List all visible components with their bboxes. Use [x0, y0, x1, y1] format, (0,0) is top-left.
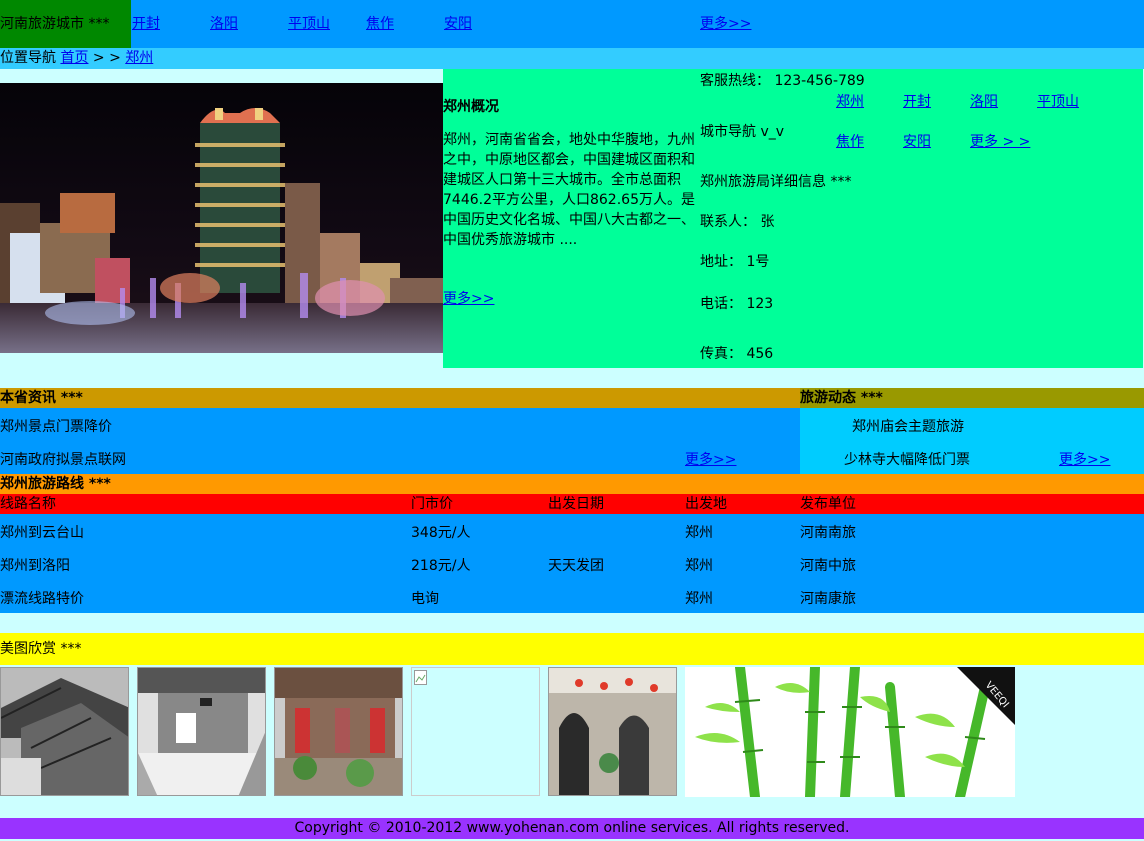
trend-item[interactable]: 少林寺大幅降低门票 — [844, 449, 970, 469]
news-item[interactable]: 河南政府拟景点联网 — [0, 449, 126, 469]
phone-text: 电话： 123 — [700, 296, 774, 312]
hero-image-zhengzhou-tower — [0, 83, 443, 353]
gallery-image-bamboo[interactable]: VEEQI — [685, 667, 1015, 797]
price-cell: 218元/人 — [411, 558, 471, 574]
table-row[interactable]: 郑州到云台山 348元/人 郑州 河南南旅 — [0, 522, 1144, 542]
price-cell: 电询 — [411, 591, 439, 607]
city-link-anyang[interactable]: 安阳 — [903, 131, 931, 151]
city-more-link[interactable]: 更多 > > — [970, 131, 1030, 151]
gallery-image-courtyard-roofs[interactable] — [0, 667, 129, 796]
col-header-origin: 出发地 — [685, 496, 727, 512]
news-item[interactable]: 郑州景点门票降价 — [0, 416, 112, 436]
trends-more-link[interactable]: 更多>> — [1059, 449, 1110, 469]
trends-section-title: 旅游动态 *** — [800, 388, 1144, 408]
overview-text: 郑州，河南省省会，地处中华腹地，九州之中，中原地区都会，中国建城区面积和建城区人… — [443, 132, 695, 248]
gallery-image-courtyard-color[interactable] — [274, 667, 403, 796]
city-link-jiaozuo[interactable]: 焦作 — [836, 131, 864, 151]
breadcrumb-home-link[interactable]: 首页 — [60, 50, 88, 66]
publisher-cell: 河南南旅 — [800, 525, 856, 541]
route-name-cell: 郑州到云台山 — [0, 525, 84, 541]
overview-title: 郑州概况 — [443, 99, 499, 115]
fax-text: 传真： 456 — [700, 346, 774, 362]
col-header-price: 门市价 — [411, 496, 453, 512]
origin-cell: 郑州 — [685, 525, 713, 541]
nav-more-link[interactable]: 更多>> — [700, 0, 751, 48]
origin-cell: 郑州 — [685, 591, 713, 607]
city-nav-label: 城市导航 v_v — [700, 124, 785, 140]
contact-text: 联系人： 张 — [700, 214, 775, 230]
overview-more-link[interactable]: 更多>> — [443, 288, 494, 308]
date-cell: 天天发团 — [548, 558, 604, 574]
breadcrumb-separator: > > — [88, 50, 126, 66]
footer-copyright: Copyright © 2010-2012 www.yohenan.com on… — [0, 818, 1144, 839]
news-section-title: 本省资讯 *** — [0, 388, 800, 408]
origin-cell: 郑州 — [685, 558, 713, 574]
publisher-cell: 河南中旅 — [800, 558, 856, 574]
col-header-route: 线路名称 — [0, 496, 56, 512]
breadcrumb-label: 位置导航 — [0, 50, 56, 66]
table-row[interactable]: 漂流线路特价 电询 郑州 河南康旅 — [0, 588, 1144, 608]
breadcrumb-current-link[interactable]: 郑州 — [125, 50, 153, 66]
city-link-pingdingshan[interactable]: 平顶山 — [1037, 91, 1079, 111]
tourism-bureau-title: 郑州旅游局详细信息 *** — [700, 174, 852, 190]
nav-link-luoyang[interactable]: 洛阳 — [210, 0, 238, 48]
gallery-image-lanterns[interactable] — [548, 667, 677, 796]
city-link-luoyang[interactable]: 洛阳 — [970, 91, 998, 111]
routes-table-header: 线路名称 门市价 出发日期 出发地 发布单位 — [0, 494, 1144, 514]
publisher-cell: 河南康旅 — [800, 591, 856, 607]
gallery-section-title: 美图欣赏 *** — [0, 633, 1144, 665]
city-link-kaifeng[interactable]: 开封 — [903, 91, 931, 111]
hotline-text: 客服热线： 123-456-789 — [700, 73, 865, 89]
routes-table-body: 郑州到云台山 348元/人 郑州 河南南旅 郑州到洛阳 218元/人 天天发团 … — [0, 514, 1144, 613]
gallery-image-gate[interactable] — [137, 667, 266, 796]
nav-link-jiaozuo[interactable]: 焦作 — [366, 0, 394, 48]
news-more-link[interactable]: 更多>> — [685, 449, 736, 469]
table-row[interactable]: 郑州到洛阳 218元/人 天天发团 郑州 河南中旅 — [0, 555, 1144, 575]
nav-link-kaifeng[interactable]: 开封 — [132, 0, 160, 48]
route-name-cell: 漂流线路特价 — [0, 591, 84, 607]
address-text: 地址： 1号 — [700, 254, 770, 270]
top-nav-bar — [0, 0, 1144, 48]
routes-section-title: 郑州旅游路线 *** — [0, 474, 1144, 494]
breadcrumb: 位置导航 首页 > > 郑州 — [0, 48, 1144, 69]
col-header-date: 出发日期 — [548, 496, 604, 512]
city-link-zhengzhou[interactable]: 郑州 — [836, 91, 864, 111]
price-cell: 348元/人 — [411, 525, 471, 541]
nav-link-pingdingshan[interactable]: 平顶山 — [288, 0, 330, 48]
route-name-cell: 郑州到洛阳 — [0, 558, 70, 574]
col-header-publisher: 发布单位 — [800, 496, 856, 512]
nav-link-anyang[interactable]: 安阳 — [444, 0, 472, 48]
site-title: 河南旅游城市 *** — [0, 0, 131, 48]
trend-item[interactable]: 郑州庙会主题旅游 — [852, 416, 964, 436]
gallery-image-broken[interactable] — [411, 667, 540, 796]
